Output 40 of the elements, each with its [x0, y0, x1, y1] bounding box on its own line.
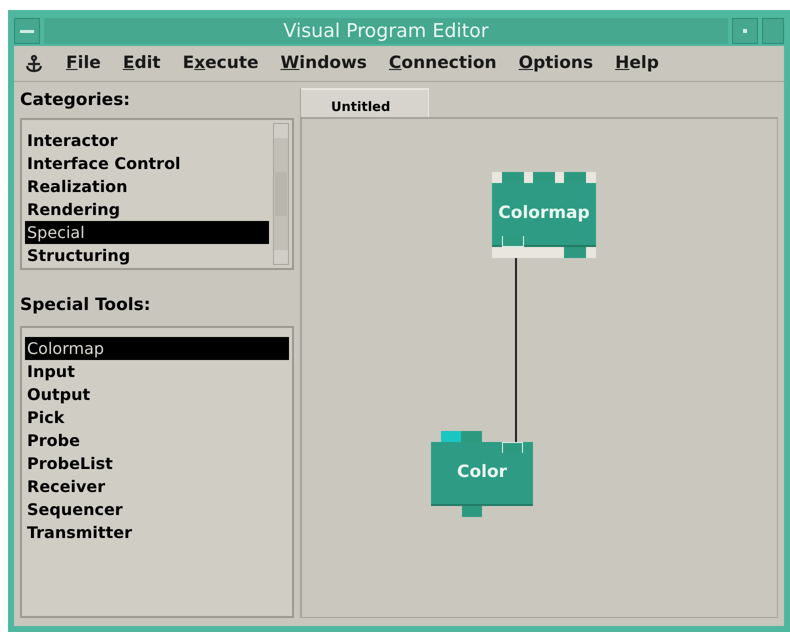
list-item[interactable]: Interactor	[25, 129, 269, 152]
list-item[interactable]: Interface Control	[25, 152, 269, 175]
menu-item[interactable]: Windows	[280, 50, 367, 76]
port[interactable]	[564, 247, 586, 258]
maximize-button[interactable]	[762, 18, 784, 44]
list-item[interactable]: Sequencer	[25, 498, 289, 521]
port[interactable]	[441, 431, 462, 442]
port[interactable]	[461, 431, 482, 442]
anchor-icon[interactable]	[24, 54, 44, 74]
list-item[interactable]: Transmitter	[25, 521, 289, 544]
list-item[interactable]: Realization	[25, 175, 269, 198]
menu-item[interactable]: Execute	[182, 50, 259, 76]
port[interactable]	[502, 172, 524, 183]
menu-item[interactable]: File	[66, 50, 101, 76]
tab[interactable]: Untitled	[301, 88, 429, 117]
list-item[interactable]: Rendering	[25, 198, 269, 221]
list-item[interactable]: Pick	[25, 406, 289, 429]
categories-label: Categories:	[20, 89, 132, 112]
menu-item[interactable]: Connection	[388, 50, 497, 76]
window-menu-button[interactable]	[14, 18, 40, 44]
list-item[interactable]: Receiver	[25, 475, 289, 498]
menu-item[interactable]: Options	[518, 50, 594, 76]
port[interactable]	[533, 172, 555, 183]
connected-port[interactable]	[502, 236, 524, 247]
menu-item[interactable]: Help	[615, 50, 659, 76]
list-item[interactable]: Structuring	[25, 244, 269, 267]
list-item[interactable]: Colormap	[25, 337, 289, 360]
minimize-button[interactable]	[732, 18, 758, 44]
list-item[interactable]: Probe	[25, 429, 289, 452]
list-item[interactable]: Output	[25, 383, 289, 406]
list-item[interactable]: Input	[25, 360, 289, 383]
title-bar: Visual Program Editor	[44, 18, 728, 44]
port[interactable]	[564, 172, 586, 183]
tools-label: Special Tools:	[20, 294, 152, 318]
menu-item[interactable]: Edit	[122, 50, 161, 76]
connected-port[interactable]	[502, 442, 524, 453]
list-item[interactable]: ProbeList	[25, 452, 289, 475]
list-item[interactable]: Special	[25, 221, 269, 244]
port[interactable]	[462, 506, 482, 517]
scroll-bar[interactable]	[273, 123, 289, 265]
